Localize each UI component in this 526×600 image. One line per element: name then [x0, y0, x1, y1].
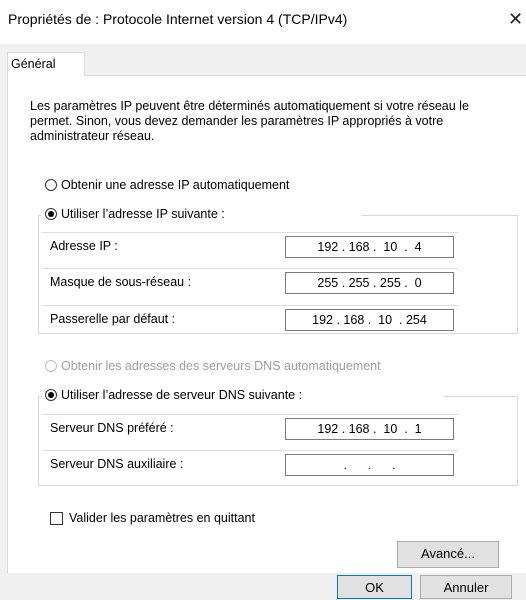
group-border — [38, 396, 39, 485]
group-border — [517, 396, 518, 485]
advanced-button[interactable]: Avancé... — [397, 541, 499, 568]
subnet-mask-row: Masque de sous-réseau : 255 . 255 . 255 … — [42, 268, 458, 294]
description-text: Les paramètres IP peuvent être déterminé… — [30, 99, 469, 143]
preferred-dns-label: Serveur DNS préféré : — [50, 421, 174, 435]
gateway-label: Passerelle par défaut : — [50, 312, 176, 326]
radio-use-ip[interactable]: Utiliser l’adresse IP suivante : — [45, 207, 285, 223]
alternate-dns-input[interactable]: . . . — [285, 454, 454, 476]
validate-checkbox[interactable] — [50, 512, 63, 525]
subnet-mask-input[interactable]: 255 . 255 . 255 . 0 — [285, 272, 454, 294]
group-border — [443, 396, 518, 397]
gateway-row: Passerelle par défaut : 192 . 168 . 10 .… — [42, 305, 458, 331]
ip-address-input[interactable]: 192 . 168 . 10 . 4 — [285, 236, 454, 258]
validate-checkbox-label[interactable]: Valider les paramètres en quittant — [69, 511, 255, 525]
group-border — [517, 215, 518, 333]
radio-circle — [45, 208, 57, 220]
window-title: Propriétés de : Protocole Internet versi… — [8, 11, 348, 27]
alternate-dns-value: . . . — [336, 458, 403, 472]
radio-use-ip-label: Utiliser l’adresse IP suivante : — [61, 207, 225, 221]
ip-address-row: Adresse IP : 192 . 168 . 10 . 4 — [42, 232, 458, 258]
gateway-value: 192 . 168 . 10 . 254 — [312, 313, 427, 327]
alternate-dns-label: Serveur DNS auxiliaire : — [50, 457, 184, 471]
close-icon[interactable]: ✕ — [508, 9, 526, 29]
ip-address-value: 192 . 168 . 10 . 4 — [317, 240, 422, 254]
subnet-mask-value: 255 . 255 . 255 . 0 — [317, 276, 422, 290]
group-border — [38, 485, 518, 486]
radio-circle — [45, 179, 57, 191]
radio-obtain-ip-auto-label: Obtenir une adresse IP automatiquement — [61, 178, 290, 192]
radio-circle — [45, 389, 57, 401]
tab-general[interactable]: Général — [7, 52, 85, 76]
ip-address-label: Adresse IP : — [50, 239, 118, 253]
alternate-dns-row: Serveur DNS auxiliaire : . . . — [42, 450, 458, 476]
cancel-button[interactable]: Annuler — [420, 575, 512, 599]
title-bar: Propriétés de : Protocole Internet versi… — [0, 0, 526, 44]
radio-obtain-dns-auto[interactable]: Obtenir les adresses des serveurs DNS au… — [45, 359, 445, 375]
ok-button[interactable]: OK — [337, 575, 412, 599]
radio-obtain-ip-auto[interactable]: Obtenir une adresse IP automatiquement — [45, 178, 345, 194]
radio-use-dns-label: Utiliser l’adresse de serveur DNS suivan… — [61, 388, 303, 402]
preferred-dns-input[interactable]: 192 . 168 . 10 . 1 — [285, 418, 454, 440]
gateway-input[interactable]: 192 . 168 . 10 . 254 — [285, 309, 454, 331]
radio-obtain-dns-auto-label: Obtenir les adresses des serveurs DNS au… — [61, 359, 381, 373]
radio-use-dns[interactable]: Utiliser l’adresse de serveur DNS suivan… — [45, 388, 365, 404]
group-border — [362, 215, 518, 216]
radio-circle — [45, 360, 57, 372]
subnet-mask-label: Masque de sous-réseau : — [50, 275, 192, 289]
preferred-dns-value: 192 . 168 . 10 . 1 — [317, 422, 422, 436]
preferred-dns-row: Serveur DNS préféré : 192 . 168 . 10 . 1 — [42, 414, 458, 440]
tab-general-label: Général — [11, 57, 56, 71]
group-border — [38, 215, 39, 333]
group-border — [38, 333, 518, 334]
